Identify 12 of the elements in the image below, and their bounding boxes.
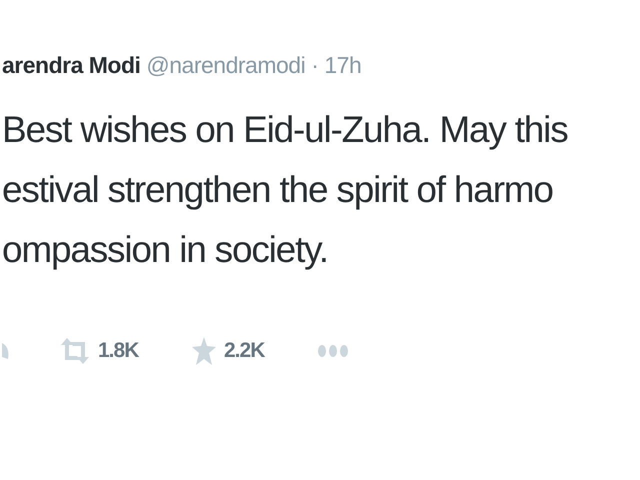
tweet-text: ompassion in society.	[2, 228, 329, 272]
author-name[interactable]: arendra Modi	[2, 52, 140, 79]
tweet-time[interactable]: 17h	[324, 52, 362, 79]
star-icon[interactable]	[192, 337, 216, 365]
tweet-text: estival strengthen the spirit of harmo	[2, 168, 554, 212]
more-icon[interactable]	[318, 345, 348, 357]
author-handle[interactable]: @narendramodi	[146, 52, 306, 79]
separator: ·	[311, 52, 318, 79]
retweet-icon[interactable]	[60, 336, 90, 366]
favorite-count: 2.2K	[224, 339, 264, 363]
tweet-text: Best wishes on Eid-ul-Zuha. May this	[2, 108, 568, 152]
retweet-count: 1.8K	[98, 339, 138, 363]
